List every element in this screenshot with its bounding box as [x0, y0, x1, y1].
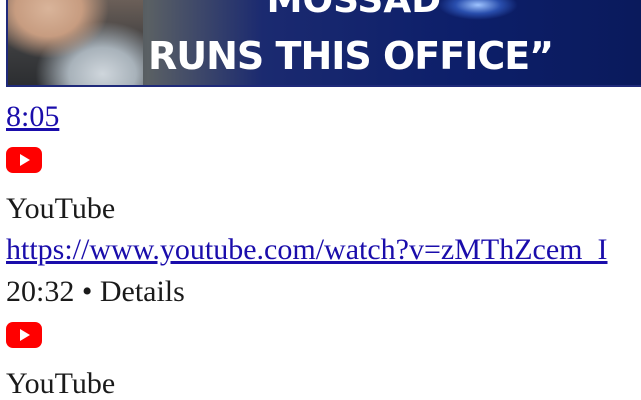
thumbnail-headline-line1: “MOSSAD — [243, 0, 442, 21]
video-url-link[interactable]: https://www.youtube.com/watch?v=zMThZcem… — [6, 235, 608, 265]
video-meta: 20:32 • Details — [6, 275, 185, 308]
video-thumbnail[interactable]: “MOSSAD RUNS THIS OFFICE” — [6, 0, 641, 87]
youtube-icon — [6, 322, 42, 348]
source-label: YouTube — [6, 367, 116, 400]
thumbnail-headline-line2: RUNS THIS OFFICE” — [148, 34, 554, 78]
thumbnail-logo-glow — [438, 0, 518, 20]
source-label: YouTube — [6, 192, 116, 225]
youtube-icon — [6, 147, 42, 173]
thumbnail-person-image — [8, 0, 143, 85]
video-duration-link[interactable]: 8:05 — [6, 102, 59, 132]
